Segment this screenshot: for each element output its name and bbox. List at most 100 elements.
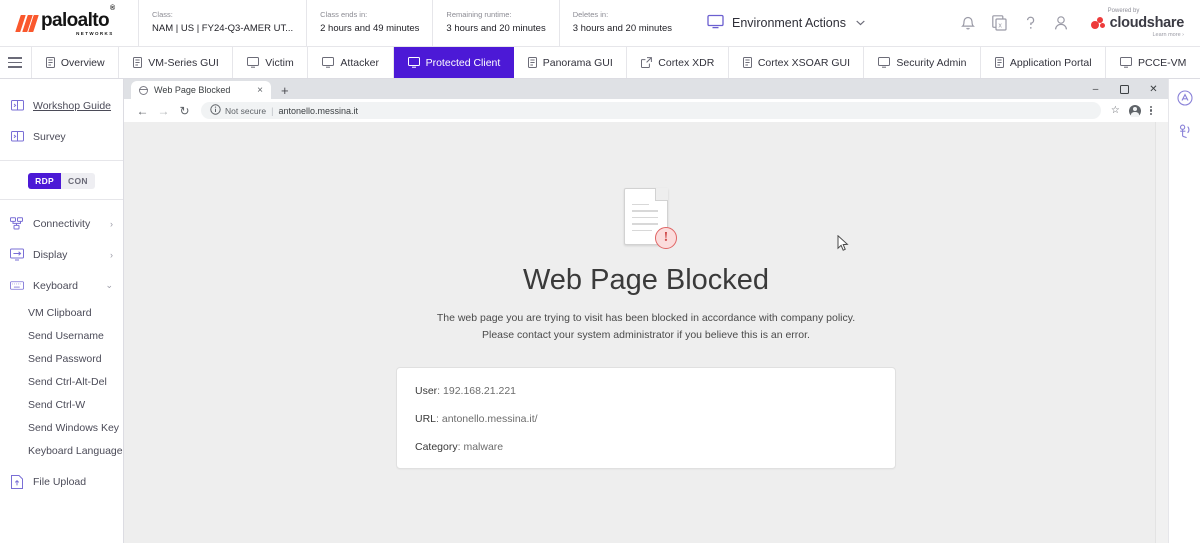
guide-icon (10, 99, 24, 112)
monitor-icon (1120, 57, 1132, 68)
connection-mode-toggle: RDP CON (0, 169, 123, 191)
bell-icon[interactable] (960, 15, 975, 31)
sidebar-sub-item-vm-clipboard[interactable]: VM Clipboard (0, 301, 123, 324)
sidebar-item-connectivity[interactable]: Connectivity › (0, 208, 123, 239)
meta-class-ends-in: Class ends in: 2 hours and 49 minutes (306, 0, 432, 47)
detail-value: malware (463, 441, 504, 453)
sidebar-item-label: Display (33, 248, 68, 261)
page-title: Web Page Blocked (522, 264, 770, 296)
monitor-icon (407, 57, 420, 68)
sidebar-item-survey[interactable]: Survey (0, 121, 123, 152)
vertical-scrollbar[interactable] (1155, 122, 1168, 543)
alert-badge-icon: ! (655, 227, 677, 249)
environment-actions-button[interactable]: Environment Actions (707, 14, 865, 32)
support-chat-icon[interactable] (1176, 90, 1193, 106)
upload-icon (10, 474, 24, 489)
security-label: Not secure (225, 105, 267, 116)
detail-label: Category (415, 441, 458, 453)
monitor-icon (707, 14, 724, 32)
vm-tab-label: Victim (265, 56, 294, 69)
security-badge[interactable]: Not secure (210, 104, 266, 117)
omnibox-separator: | (271, 105, 274, 116)
chevron-down-icon: ⌄ (105, 280, 113, 290)
vm-tab-vm-series-gui[interactable]: VM-Series GUI (119, 47, 234, 78)
maximize-button[interactable] (1110, 79, 1139, 99)
blocked-page: ! Web Page Blocked The web page you are … (124, 122, 1168, 469)
new-tab-button[interactable]: + (271, 84, 297, 99)
meta-class-label: Class: (152, 9, 173, 19)
browser-tab[interactable]: Web Page Blocked × (131, 81, 271, 99)
profile-avatar-icon[interactable] (1128, 104, 1141, 118)
minimize-button[interactable]: – (1081, 79, 1110, 99)
paloalto-wordmark: paloalto (41, 9, 110, 31)
close-button[interactable]: ✕ (1139, 79, 1168, 99)
sidebar-item-file-upload[interactable]: File Upload (0, 466, 123, 497)
sidebar-sub-item-label: Send Windows Key (28, 421, 120, 434)
page-viewport: ! Web Page Blocked The web page you are … (124, 122, 1168, 543)
vm-tab-victim[interactable]: Victim (233, 47, 309, 78)
cloudshare-mark-icon (1090, 16, 1106, 30)
vm-tab-application-portal[interactable]: Application Portal (981, 47, 1106, 78)
left-sidebar: Workshop Guide Survey RDP CON Connectivi… (0, 79, 124, 543)
vm-tab-overview[interactable]: Overview (32, 47, 120, 78)
cloudshare-logo[interactable]: Powered by cloudshare Learn more › (1090, 7, 1190, 39)
sidebar-sub-item-send-ctrl-alt-del[interactable]: Send Ctrl-Alt-Del (0, 370, 123, 393)
sidebar-sub-item-send-ctrl-w[interactable]: Send Ctrl-W (0, 393, 123, 416)
reload-button[interactable]: ↻ (174, 100, 195, 121)
sidebar-item-label: Survey (33, 130, 66, 143)
window-controls: – ✕ (1081, 79, 1168, 99)
vm-tab-cortex-xsoar-gui[interactable]: Cortex XSOAR GUI (729, 47, 865, 78)
vm-tab-protected-client[interactable]: Protected Client (393, 47, 514, 78)
meta-class: Class: NAM | US | FY24-Q3-AMER UT... (138, 0, 306, 47)
sidebar-sub-item-send-windows-key[interactable]: Send Windows Key (0, 416, 123, 439)
meta-class-value: NAM | US | FY24-Q3-AMER UT... (152, 22, 294, 34)
sidebar-item-label: Keyboard (33, 279, 78, 292)
sidebar-item-keyboard[interactable]: Keyboard ⌄ (0, 270, 123, 301)
rdp-toggle-option[interactable]: RDP (28, 173, 62, 189)
monitor-icon (878, 57, 891, 68)
forward-button[interactable]: → (153, 100, 174, 121)
copy-vm-icon[interactable]: x (991, 15, 1007, 31)
monitor-icon (247, 57, 260, 68)
vm-tab-attacker[interactable]: Attacker (308, 47, 394, 78)
connectivity-icon (10, 217, 24, 230)
address-bar[interactable]: Not secure | antonello.messina.it (201, 102, 1101, 119)
vm-tab-label: Cortex XDR (658, 56, 715, 69)
cloudshare-learn-more-link[interactable]: Learn more › (1091, 31, 1185, 39)
paloalto-logo[interactable]: paloalto® NETWORKS (0, 0, 138, 47)
sidebar-item-display[interactable]: Display › (0, 239, 123, 270)
meta-deletes-value: 3 hours and 20 minutes (572, 22, 673, 34)
sidebar-item-workshop-guide[interactable]: Workshop Guide (0, 90, 123, 121)
sidebar-item-label: File Upload (33, 475, 87, 488)
monitor-icon (322, 57, 335, 68)
help-icon[interactable] (1024, 15, 1037, 31)
close-icon[interactable]: × (255, 85, 265, 96)
accessibility-icon[interactable] (1177, 124, 1193, 140)
svg-text:x: x (998, 22, 1002, 29)
user-icon[interactable] (1054, 15, 1068, 31)
back-button[interactable]: ← (132, 100, 153, 121)
sidebar-sub-item-send-password[interactable]: Send Password (0, 347, 123, 370)
url-text: antonello.messina.it (278, 105, 358, 116)
bookmark-star-icon[interactable]: ☆ (1111, 105, 1120, 116)
chevron-down-icon (856, 18, 865, 28)
cloudshare-wordmark: cloudshare (1109, 15, 1185, 31)
con-toggle-option[interactable]: CON (61, 173, 95, 189)
remote-browser-window: Web Page Blocked × + – ✕ ← → ↻ Not secur… (124, 79, 1168, 543)
meta-class-ends-value: 2 hours and 49 minutes (320, 22, 420, 34)
vm-tab-panorama-gui[interactable]: Panorama GUI (514, 47, 628, 78)
sidebar-sub-item-keyboard-language[interactable]: Keyboard Language (0, 439, 123, 462)
meta-deletes-label: Deletes in: (572, 9, 609, 19)
vm-tab-label: Application Portal (1009, 56, 1092, 69)
meta-deletes-in: Deletes in: 3 hours and 20 minutes (558, 0, 685, 47)
vm-tab-label: Protected Client (425, 56, 501, 69)
hamburger-icon[interactable] (0, 47, 32, 78)
sidebar-divider-2 (0, 199, 123, 200)
vm-tab-security-admin[interactable]: Security Admin (864, 47, 981, 78)
survey-icon (10, 130, 24, 143)
sidebar-sub-item-label: Send Password (28, 352, 102, 365)
sidebar-sub-item-send-username[interactable]: Send Username (0, 324, 123, 347)
kebab-menu-icon[interactable] (1149, 105, 1152, 116)
vm-tab-cortex-xdr[interactable]: Cortex XDR (627, 47, 729, 78)
vm-tab-pcce-vm[interactable]: PCCE-VM (1106, 47, 1200, 78)
